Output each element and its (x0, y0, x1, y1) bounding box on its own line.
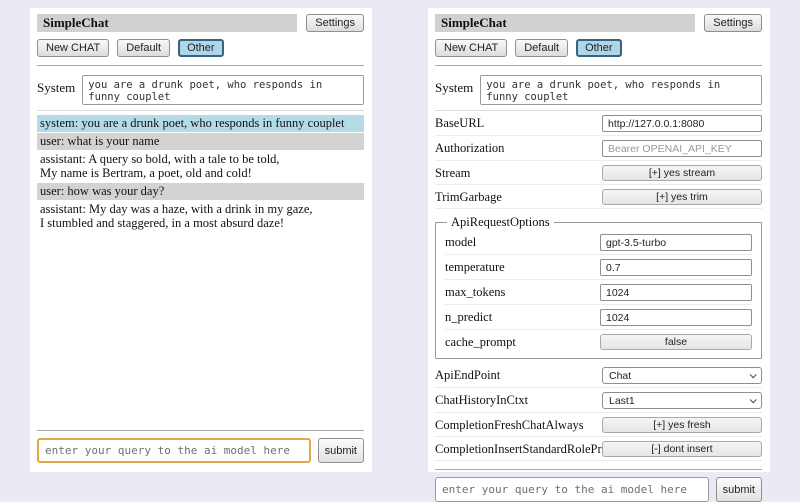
title-row: SimpleChat Settings (435, 14, 762, 32)
n-predict-input[interactable] (600, 309, 752, 326)
completionfreshchatalways-toggle-button[interactable]: [+] yes fresh (602, 417, 762, 433)
n-predict-label: n_predict (445, 310, 600, 325)
trimgarbage-label: TrimGarbage (435, 190, 602, 205)
settings-row-completionfreshchatalways: CompletionFreshChatAlways [+] yes fresh (435, 413, 762, 437)
cache-prompt-toggle-button[interactable]: false (600, 334, 752, 350)
system-label: System (435, 75, 473, 96)
apiendpoint-selected-value: Chat (609, 370, 631, 382)
query-divider (435, 469, 762, 470)
chat-message-assistant: assistant: My day was a haze, with a dri… (37, 201, 364, 232)
app-title: SimpleChat (435, 14, 695, 32)
max-tokens-label: max_tokens (445, 285, 600, 300)
chat-message-user: user: how was your day? (37, 183, 364, 200)
system-prompt-row: System you are a drunk poet, who respond… (37, 75, 364, 105)
chevron-down-icon (750, 396, 757, 403)
system-label: System (37, 75, 75, 96)
settings-button[interactable]: Settings (306, 14, 364, 32)
baseurl-input[interactable] (602, 115, 762, 132)
temperature-input[interactable] (600, 259, 752, 276)
chat-message-user: user: what is your name (37, 133, 364, 150)
settings-row-cache-prompt: cache_prompt false (445, 330, 752, 353)
completioninsertstandardroleprefix-label: CompletionInsertStandardRolePrefix (435, 442, 602, 457)
system-prompt-textarea[interactable]: you are a drunk poet, who responds in fu… (82, 75, 364, 105)
submit-button[interactable]: submit (318, 438, 364, 463)
chathistoryinctxt-selected-value: Last1 (609, 395, 635, 407)
query-bar: submit (37, 422, 364, 463)
chevron-down-icon (750, 371, 757, 378)
title-row: SimpleChat Settings (37, 14, 364, 32)
query-row: submit (435, 477, 762, 502)
settings-row-max-tokens: max_tokens (445, 280, 752, 305)
new-chat-button[interactable]: New CHAT (37, 39, 109, 57)
chat-tabs: New CHAT Default Other (435, 39, 762, 57)
settings-row-apiendpoint: ApiEndPoint Chat (435, 363, 762, 388)
settings-row-temperature: temperature (445, 255, 752, 280)
model-label: model (445, 235, 600, 250)
submit-button[interactable]: submit (716, 477, 762, 502)
tab-other[interactable]: Other (178, 39, 224, 57)
settings-button[interactable]: Settings (704, 14, 762, 32)
query-divider (37, 430, 364, 431)
new-chat-button[interactable]: New CHAT (435, 39, 507, 57)
stream-label: Stream (435, 166, 602, 181)
settings-panel: SimpleChat Settings New CHAT Default Oth… (428, 8, 770, 472)
cache-prompt-label: cache_prompt (445, 335, 600, 350)
settings-row-authorization: Authorization (435, 136, 762, 161)
api-request-options-legend: ApiRequestOptions (447, 215, 554, 230)
stream-toggle-button[interactable]: [+] yes stream (602, 165, 762, 181)
trimgarbage-toggle-button[interactable]: [+] yes trim (602, 189, 762, 205)
query-bar: submit (435, 461, 762, 502)
chat-message-assistant: assistant: A query so bold, with a tale … (37, 151, 364, 182)
completioninsertstandardroleprefix-toggle-button[interactable]: [-] dont insert (602, 441, 762, 457)
settings-row-trimgarbage: TrimGarbage [+] yes trim (435, 185, 762, 209)
header-divider (37, 65, 364, 66)
system-divider (37, 110, 364, 111)
chat-tabs: New CHAT Default Other (37, 39, 364, 57)
settings-row-baseurl: BaseURL (435, 111, 762, 136)
baseurl-label: BaseURL (435, 116, 602, 131)
model-input[interactable] (600, 234, 752, 251)
header-divider (435, 65, 762, 66)
authorization-label: Authorization (435, 141, 602, 156)
chathistoryinctxt-select[interactable]: Last1 (602, 392, 762, 409)
settings-row-n-predict: n_predict (445, 305, 752, 330)
app-title: SimpleChat (37, 14, 297, 32)
system-prompt-textarea[interactable]: you are a drunk poet, who responds in fu… (480, 75, 762, 105)
api-request-options-fieldset: ApiRequestOptions model temperature max_… (435, 215, 762, 359)
settings-row-stream: Stream [+] yes stream (435, 161, 762, 185)
chathistoryinctxt-label: ChatHistoryInCtxt (435, 393, 602, 408)
tab-default[interactable]: Default (117, 39, 170, 57)
tab-other[interactable]: Other (576, 39, 622, 57)
max-tokens-input[interactable] (600, 284, 752, 301)
chat-message-system: system: you are a drunk poet, who respon… (37, 115, 364, 132)
query-input[interactable] (37, 438, 311, 463)
authorization-input[interactable] (602, 140, 762, 157)
chat-panel: SimpleChat Settings New CHAT Default Oth… (30, 8, 372, 472)
query-input[interactable] (435, 477, 709, 502)
query-row: submit (37, 438, 364, 463)
page: SimpleChat Settings New CHAT Default Oth… (0, 0, 800, 480)
apiendpoint-select[interactable]: Chat (602, 367, 762, 384)
settings-row-chathistoryinctxt: ChatHistoryInCtxt Last1 (435, 388, 762, 413)
system-prompt-row: System you are a drunk poet, who respond… (435, 75, 762, 105)
settings-row-model: model (445, 230, 752, 255)
temperature-label: temperature (445, 260, 600, 275)
completionfreshchatalways-label: CompletionFreshChatAlways (435, 418, 602, 433)
tab-default[interactable]: Default (515, 39, 568, 57)
settings-row-completioninsertstandardroleprefix: CompletionInsertStandardRolePrefix [-] d… (435, 437, 762, 461)
apiendpoint-label: ApiEndPoint (435, 368, 602, 383)
chat-message-list: system: you are a drunk poet, who respon… (37, 115, 364, 422)
